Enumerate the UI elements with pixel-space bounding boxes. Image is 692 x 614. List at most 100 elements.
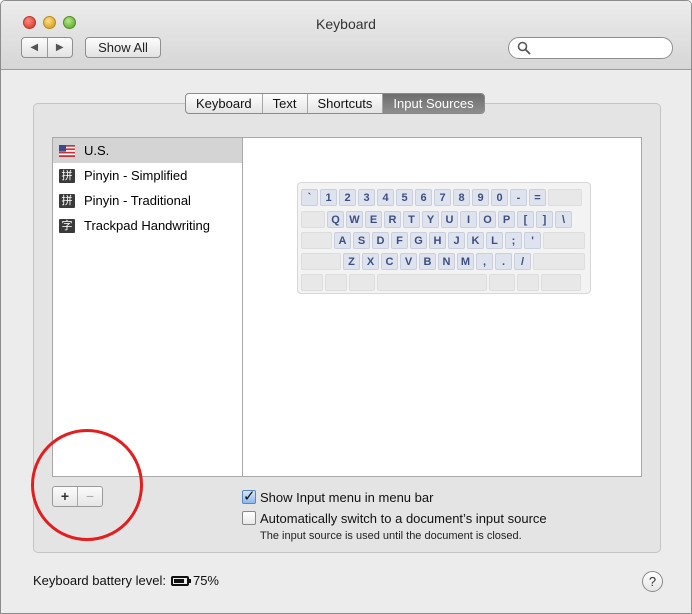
battery-label: Keyboard battery level:	[33, 573, 166, 588]
keyboard-key: Q	[327, 211, 344, 228]
keyboard-key: =	[529, 189, 546, 206]
keyboard-key: Y	[422, 211, 439, 228]
keyboard-key: X	[362, 253, 379, 270]
show-input-menu-label: Show Input menu in menu bar	[260, 490, 434, 505]
keyboard-key: /	[514, 253, 531, 270]
keyboard-key: 8	[453, 189, 470, 206]
window-title: Keyboard	[316, 16, 376, 32]
auto-switch-label: Automatically switch to a document’s inp…	[260, 511, 547, 526]
keyboard-preview-pane: ` 1 2 3 4 5 6 7 8 9 0- = Q W E R T Y U I O P[] \ A S D F G H J K L; ' Z X C…	[242, 137, 642, 477]
keyboard-key: 5	[396, 189, 413, 206]
keyboard-key: ]	[536, 211, 553, 228]
battery-icon	[170, 575, 191, 586]
pinyin-icon: 拼	[59, 168, 75, 183]
back-forward-group: ◀ ▶	[21, 37, 73, 58]
keyboard-key: W	[346, 211, 363, 228]
keyboard-key: K	[467, 232, 484, 249]
tab-text[interactable]: Text	[263, 94, 308, 113]
keyboard-key: B	[419, 253, 436, 270]
back-arrow-icon: ◀	[30, 42, 39, 53]
keyboard-key: L	[486, 232, 503, 249]
forward-arrow-icon: ▶	[55, 42, 64, 53]
input-sources-list: U.S. 拼 Pinyin - Simplified 拼 Pinyin - Tr…	[52, 137, 243, 477]
keyboard-key: .	[495, 253, 512, 270]
blank-key	[301, 211, 325, 228]
blank-key	[489, 274, 515, 291]
blank-key	[533, 253, 585, 270]
tab-input-sources[interactable]: Input Sources	[383, 94, 484, 113]
blank-key	[349, 274, 375, 291]
list-item-label: U.S.	[84, 143, 110, 158]
battery-value: 75%	[192, 573, 219, 588]
keyboard-row: A S D F G H J K L; '	[301, 232, 587, 251]
keyboard-row: ` 1 2 3 4 5 6 7 8 9 0- =	[301, 189, 584, 208]
search-input[interactable]	[535, 40, 667, 58]
tab-bar: Keyboard Text Shortcuts Input Sources	[185, 93, 485, 114]
keyboard-key: 0	[491, 189, 508, 206]
keyboard-key: [	[517, 211, 534, 228]
keyboard-key: P	[498, 211, 515, 228]
blank-key	[301, 232, 332, 249]
handwriting-icon: 字	[59, 218, 75, 233]
keyboard-key: U	[441, 211, 458, 228]
blank-key	[541, 274, 581, 291]
list-item-label: Trackpad Handwriting	[84, 218, 210, 233]
keyboard-key: O	[479, 211, 496, 228]
list-item-pinyin-simplified[interactable]: 拼 Pinyin - Simplified	[53, 163, 242, 188]
forward-button[interactable]: ▶	[48, 38, 73, 57]
keyboard-key: 7	[434, 189, 451, 206]
keyboard-key: `	[301, 189, 318, 206]
keyboard-row: Q W E R T Y U I O P[] \	[301, 211, 574, 230]
keyboard-key: 3	[358, 189, 375, 206]
auto-switch-checkbox[interactable]	[242, 511, 256, 525]
keyboard-key: S	[353, 232, 370, 249]
keyboard-key: Z	[343, 253, 360, 270]
keyboard-key: 4	[377, 189, 394, 206]
search-icon	[517, 41, 531, 55]
keyboard-key: 2	[339, 189, 356, 206]
blank-key	[301, 274, 323, 291]
battery-status: Keyboard battery level: 75%	[33, 573, 219, 588]
keyboard-key: ,	[476, 253, 493, 270]
keyboard-preferences-window: Keyboard ◀ ▶ Show All Keyboard Text Shor…	[0, 0, 692, 614]
keyboard-key: 9	[472, 189, 489, 206]
keyboard-key: V	[400, 253, 417, 270]
annotation-circle	[31, 429, 143, 541]
keyboard-key: J	[448, 232, 465, 249]
blank-key	[377, 274, 487, 291]
tab-shortcuts[interactable]: Shortcuts	[308, 94, 384, 113]
list-item-pinyin-traditional[interactable]: 拼 Pinyin - Traditional	[53, 188, 242, 213]
keyboard-key: I	[460, 211, 477, 228]
keyboard-key: C	[381, 253, 398, 270]
list-item-trackpad-handwriting[interactable]: 字 Trackpad Handwriting	[53, 213, 242, 238]
pinyin-icon: 拼	[59, 193, 75, 208]
auto-switch-note: The input source is used until the docum…	[260, 530, 522, 542]
keyboard-key: 6	[415, 189, 432, 206]
keyboard-key: 1	[320, 189, 337, 206]
blank-key	[517, 274, 539, 291]
keyboard-key: M	[457, 253, 474, 270]
keyboard-row: Z X C V B N M,. /	[301, 253, 587, 272]
list-item-label: Pinyin - Simplified	[84, 168, 188, 183]
title-bar: Keyboard ◀ ▶ Show All	[1, 1, 691, 70]
keyboard-layout-preview: ` 1 2 3 4 5 6 7 8 9 0- = Q W E R T Y U I O P[] \ A S D F G H J K L; ' Z X C…	[297, 182, 591, 294]
keyboard-key: G	[410, 232, 427, 249]
list-item-us[interactable]: U.S.	[53, 138, 242, 163]
blank-key	[548, 189, 582, 206]
back-button[interactable]: ◀	[22, 38, 48, 57]
blank-key	[301, 253, 341, 270]
us-flag-icon	[59, 144, 75, 157]
keyboard-key: N	[438, 253, 455, 270]
keyboard-key: -	[510, 189, 527, 206]
keyboard-key: E	[365, 211, 382, 228]
tab-keyboard[interactable]: Keyboard	[186, 94, 263, 113]
keyboard-key: \	[555, 211, 572, 228]
search-field[interactable]	[508, 37, 673, 59]
keyboard-key: R	[384, 211, 401, 228]
show-all-button[interactable]: Show All	[85, 37, 161, 58]
keyboard-row	[301, 274, 583, 293]
help-button[interactable]: ?	[642, 571, 663, 592]
show-input-menu-checkbox[interactable]	[242, 487, 256, 505]
list-item-label: Pinyin - Traditional	[84, 193, 191, 208]
keyboard-key: H	[429, 232, 446, 249]
